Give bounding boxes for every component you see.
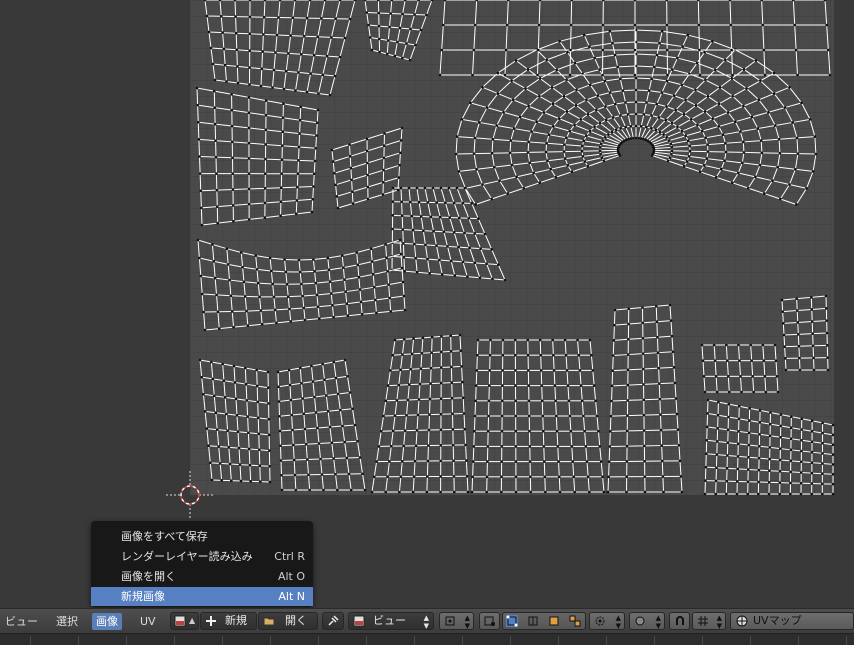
mode-select[interactable]: ビュー ▲▼ <box>348 612 434 630</box>
open-image-button[interactable]: 開く <box>258 612 318 630</box>
menu-item-read-render-layers[interactable]: レンダーレイヤー読み込み Ctrl R <box>91 547 313 566</box>
menu-item-label: 新規画像 <box>121 587 165 606</box>
open-label: 開く <box>285 613 307 629</box>
image-mode-icon <box>353 615 365 627</box>
menu-select[interactable]: 選択 <box>52 613 82 630</box>
pin-icon <box>327 615 339 627</box>
uv-editor-viewport[interactable] <box>0 0 854 608</box>
menu-item-shortcut: Alt N <box>278 587 305 606</box>
sticky-select-button[interactable] <box>479 612 500 630</box>
menu-item-open-image[interactable]: 画像を開く Alt O <box>91 567 313 586</box>
falloff-select[interactable]: ▲▼ <box>629 612 665 630</box>
proportional-edit-select[interactable]: ▲▼ <box>589 612 625 630</box>
image-menu-dropdown: 画像をすべて保存 レンダーレイヤー読み込み Ctrl R 画像を開く Alt O… <box>91 521 313 607</box>
add-icon <box>205 615 217 627</box>
image-browse-button[interactable]: ▲ <box>170 612 199 630</box>
uv-map-label: UVマップ <box>753 613 802 629</box>
uv-select-mode-group <box>502 612 586 630</box>
pivot-icon <box>444 615 456 627</box>
proportional-icon <box>594 615 606 627</box>
uv-map-select[interactable]: UVマップ <box>730 612 854 630</box>
menu-item-label: 画像をすべて保存 <box>121 527 208 546</box>
uv-select-island-icon[interactable] <box>569 615 581 627</box>
menu-item-shortcut: Ctrl R <box>274 547 305 566</box>
uv-layout-canvas[interactable] <box>0 0 854 608</box>
new-image-button[interactable]: 新規 <box>200 612 257 630</box>
sticky-select-icon <box>484 615 496 627</box>
menu-uv[interactable]: UV <box>136 613 160 630</box>
menu-item-new-image[interactable]: 新規画像 Alt N <box>91 587 313 606</box>
uv-editor-header: ビュー 選択 画像 UV ▲ 新規 開く ビュー ▲▼ ▲▼ ▲▼ ▲▼ <box>0 608 854 633</box>
uv-select-face-icon[interactable] <box>548 615 560 627</box>
uv-map-icon <box>736 615 748 627</box>
menu-item-label: 画像を開く <box>121 567 176 586</box>
falloff-icon <box>634 615 646 627</box>
new-label: 新規 <box>225 613 247 629</box>
uv-select-vertex-icon[interactable] <box>506 615 518 627</box>
pin-button[interactable] <box>322 612 344 630</box>
menu-item-label: レンダーレイヤー読み込み <box>121 547 253 566</box>
pivot-select[interactable]: ▲▼ <box>439 612 474 630</box>
snap-target-select[interactable]: ▲▼ <box>692 612 726 630</box>
menu-image[interactable]: 画像 <box>92 613 122 630</box>
snap-toggle[interactable] <box>669 612 690 630</box>
image-browse-icon <box>174 615 186 627</box>
menu-item-save-all-images[interactable]: 画像をすべて保存 <box>91 527 313 546</box>
menu-item-shortcut: Alt O <box>278 567 305 586</box>
snap-icon <box>674 615 686 627</box>
uv-select-edge-icon[interactable] <box>527 615 539 627</box>
timeline-strip <box>0 633 854 645</box>
mode-label: ビュー <box>373 613 406 629</box>
snap-target-icon <box>697 615 709 627</box>
folder-open-icon <box>263 615 275 627</box>
menu-view[interactable]: ビュー <box>1 613 42 630</box>
